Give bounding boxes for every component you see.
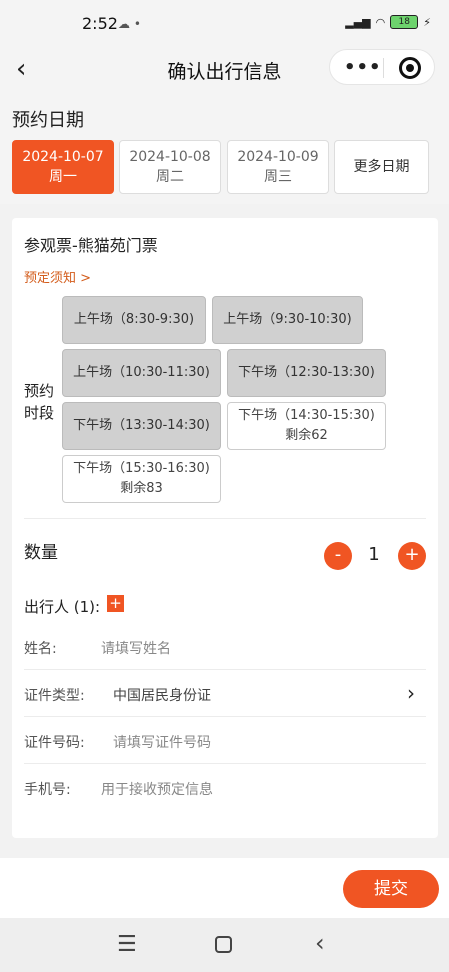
home-icon[interactable] [215, 936, 232, 953]
capsule-divider [383, 58, 384, 78]
charging-icon: ⚡ [423, 15, 431, 29]
chevron-right-icon[interactable]: › [407, 681, 415, 705]
wifi-icon: ◠ [375, 15, 386, 29]
battery-icon: 18 [390, 15, 419, 29]
time-slot-label: 预约时段 [24, 382, 55, 422]
time-slot-1[interactable]: 上午场（8:30-9:30) [62, 296, 206, 344]
system-nav-bar: ☰ ‹ [0, 918, 449, 972]
phone-label: 手机号: [24, 782, 71, 798]
quantity-label: 数量 [24, 543, 58, 563]
traveler-label: 出行人 (1): [24, 598, 101, 616]
name-input[interactable]: 请填写姓名 [101, 638, 171, 658]
battery-level: 18 [398, 17, 410, 27]
weekday-text: 周一 [49, 169, 77, 185]
name-label: 姓名: [24, 641, 57, 657]
weekday-text: 周三 [264, 169, 292, 185]
close-target-icon[interactable] [399, 57, 421, 79]
date-text: 2024-10-09 [237, 149, 319, 165]
divider [24, 518, 426, 519]
date-section: 预约日期 2024-10-07 周一 2024-10-08 周二 2024-10… [0, 92, 449, 204]
divider [24, 763, 426, 764]
status-time: 2:52 [82, 14, 118, 33]
id-type-select[interactable]: 中国居民身份证 [113, 685, 211, 705]
slot-remaining: 剩余83 [120, 481, 163, 496]
decrease-button[interactable]: - [324, 542, 352, 570]
date-option-3[interactable]: 2024-10-09 周三 [227, 140, 329, 194]
divider [24, 716, 426, 717]
add-traveler-button[interactable]: + [107, 595, 124, 612]
status-indicators: ▂▄▆ ◠ 18 ⚡ [345, 15, 431, 29]
slot-time: 下午场（15:30-16:30) [73, 461, 210, 476]
weekday-text: 周二 [156, 169, 184, 185]
time-slot-6[interactable]: 下午场（14:30-15:30) 剩余62 [227, 402, 386, 450]
id-number-label: 证件号码: [24, 735, 85, 751]
id-type-label: 证件类型: [24, 688, 85, 704]
slot-time: 下午场（14:30-15:30) [238, 408, 375, 423]
time-slot-5[interactable]: 下午场（13:30-14:30) [62, 402, 221, 450]
more-icon[interactable]: ••• [344, 57, 382, 78]
date-text: 2024-10-08 [129, 149, 211, 165]
more-dates-button[interactable]: 更多日期 [334, 140, 429, 194]
divider [24, 669, 426, 670]
booking-notice-link[interactable]: 预定须知 > [24, 267, 91, 286]
date-section-label: 预约日期 [12, 110, 84, 131]
date-option-2[interactable]: 2024-10-08 周二 [119, 140, 221, 194]
booking-card: 参观票-熊猫苑门票 预定须知 > 预约时段 上午场（8:30-9:30) 上午场… [12, 218, 438, 838]
slot-remaining: 剩余62 [285, 428, 328, 443]
id-number-input[interactable]: 请填写证件号码 [113, 732, 211, 752]
time-slot-3[interactable]: 上午场（10:30-11:30) [62, 349, 221, 397]
menu-icon[interactable]: ☰ [117, 932, 137, 957]
time-slot-7[interactable]: 下午场（15:30-16:30) 剩余83 [62, 455, 221, 503]
notification-icons: ☁ • [118, 17, 141, 31]
mini-program-capsule: ••• [329, 49, 435, 85]
submit-button[interactable]: 提交 [343, 870, 439, 908]
time-slot-4[interactable]: 下午场（12:30-13:30) [227, 349, 386, 397]
phone-input[interactable]: 用于接收预定信息 [101, 779, 213, 799]
date-text: 2024-10-07 [22, 149, 104, 165]
quantity-value: 1 [368, 544, 380, 565]
signal-icon: ▂▄▆ [345, 15, 371, 29]
nav-bar: ‹ 确认出行信息 ••• [0, 46, 449, 92]
system-back-icon[interactable]: ‹ [315, 929, 325, 957]
time-slot-2[interactable]: 上午场（9:30-10:30) [212, 296, 363, 344]
ticket-name: 参观票-熊猫苑门票 [24, 236, 158, 255]
status-bar: 2:52 ☁ • ▂▄▆ ◠ 18 ⚡ [0, 0, 449, 46]
increase-button[interactable]: + [398, 542, 426, 570]
bottom-action-bar: 提交 [0, 858, 449, 918]
date-option-1[interactable]: 2024-10-07 周一 [12, 140, 114, 194]
